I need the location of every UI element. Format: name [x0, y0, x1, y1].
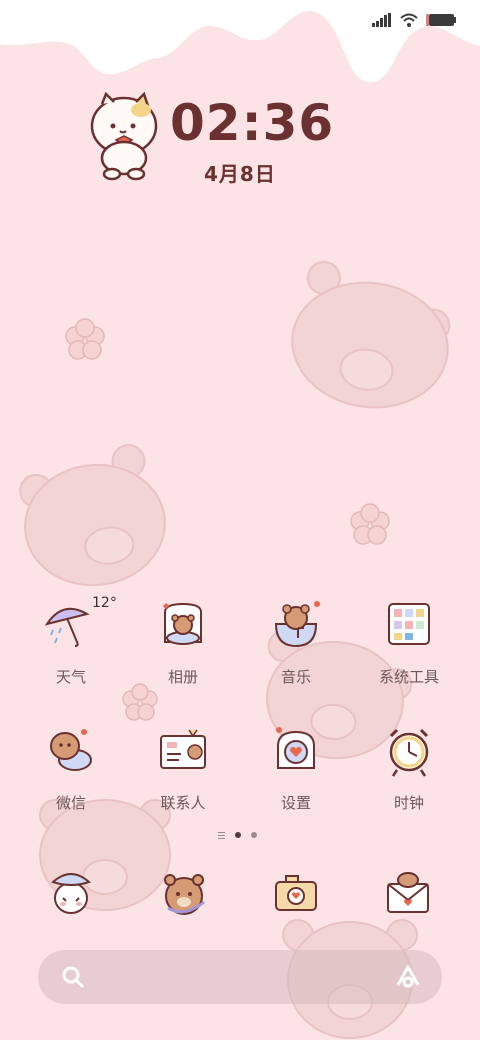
- app-contacts[interactable]: 联系人: [128, 724, 238, 834]
- music-bear-icon: [274, 601, 320, 648]
- page-dot: [251, 832, 257, 838]
- app-label: 音乐: [280, 668, 311, 686]
- search-bar[interactable]: [38, 950, 442, 1004]
- weather-temperature: 12°: [92, 595, 117, 611]
- phone-cat-icon[interactable]: [43, 866, 99, 922]
- wifi-icon: [400, 13, 418, 27]
- app-label: 微信: [55, 794, 86, 812]
- app-label: 相册: [167, 668, 198, 686]
- clock-time: 02:36: [170, 94, 335, 152]
- app-clock[interactable]: 时钟: [354, 724, 464, 834]
- battery-icon: [426, 14, 456, 26]
- contacts-bear-icon: [160, 729, 206, 769]
- alarm-clock-icon: [389, 728, 429, 777]
- signal-icon: [372, 13, 391, 27]
- system-tools-icon: [388, 603, 430, 645]
- app-gallery[interactable]: 相册: [128, 598, 238, 708]
- cat-mascot-icon: [90, 92, 158, 181]
- app-system-tools[interactable]: 系统工具: [354, 598, 464, 708]
- page-list-icon: [218, 831, 225, 839]
- camera-icon[interactable]: [268, 866, 324, 922]
- messages-envelope-icon[interactable]: [380, 866, 436, 922]
- assistant-icon[interactable]: [394, 963, 422, 991]
- app-label: 设置: [280, 794, 311, 812]
- weather-umbrella-icon: [44, 607, 90, 647]
- app-label: 时钟: [393, 794, 424, 812]
- search-icon[interactable]: [60, 964, 86, 990]
- browser-bear-icon[interactable]: [156, 866, 212, 922]
- wechat-dog-icon: [50, 729, 92, 771]
- page-dot-active: [235, 832, 241, 838]
- app-label: 系统工具: [378, 668, 439, 686]
- app-wechat[interactable]: 微信: [16, 724, 126, 834]
- app-settings[interactable]: 设置: [241, 724, 351, 834]
- settings-heart-icon: [276, 727, 315, 769]
- app-label: 联系人: [160, 794, 206, 812]
- app-label: 天气: [55, 668, 86, 686]
- status-bar: [372, 8, 456, 32]
- app-music[interactable]: 音乐: [241, 598, 351, 708]
- gallery-bear-icon: [163, 602, 202, 645]
- clock-widget[interactable]: 02:36 4月8日: [86, 92, 346, 202]
- clock-date: 4月8日: [204, 162, 276, 186]
- page-indicator[interactable]: [218, 828, 264, 842]
- app-weather[interactable]: 天气: [16, 598, 126, 708]
